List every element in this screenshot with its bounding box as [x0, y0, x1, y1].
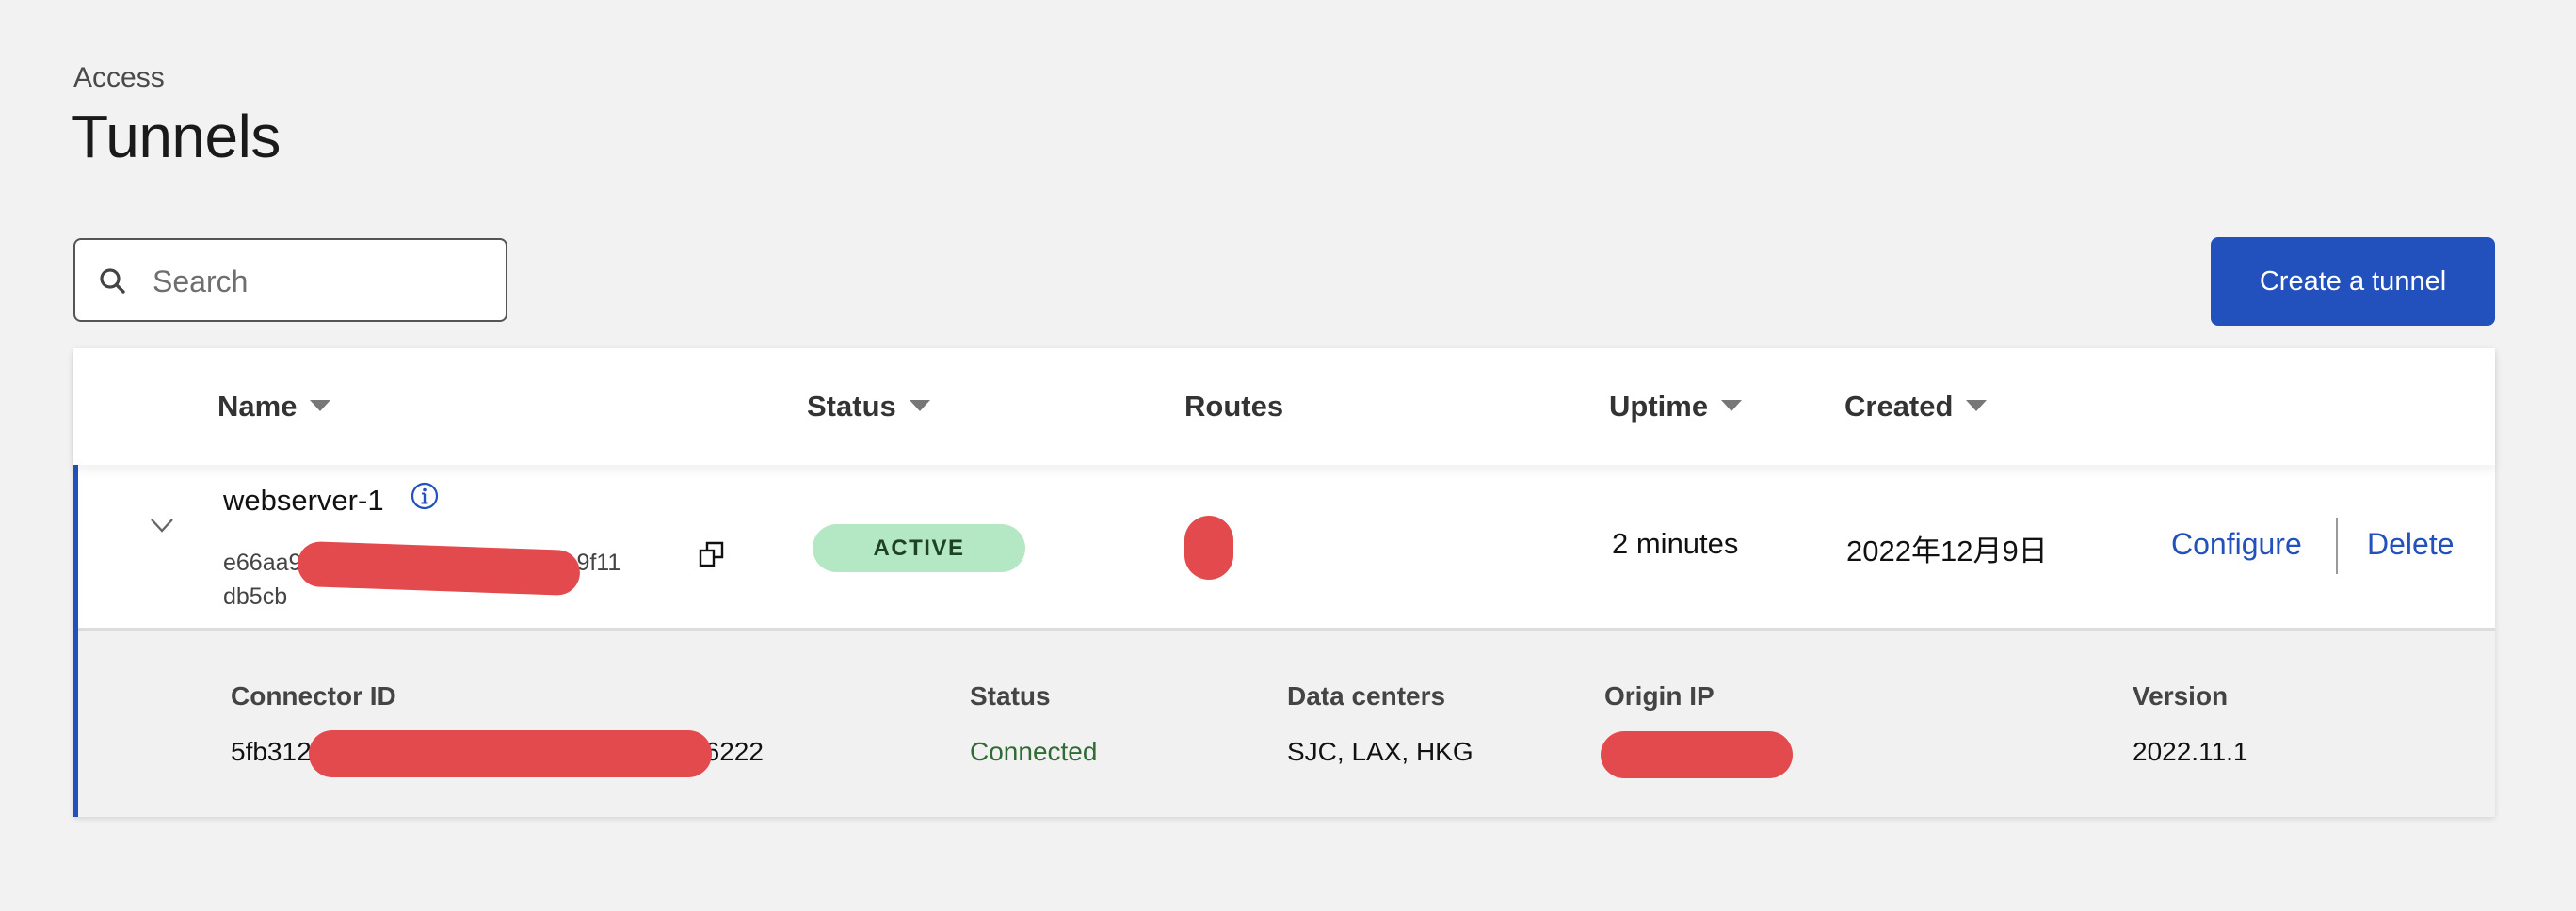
- connector-status-label: Status: [970, 681, 1051, 711]
- search-input[interactable]: [151, 257, 493, 306]
- column-header-uptime[interactable]: Uptime: [1609, 390, 1743, 424]
- tunnel-id-end: 9f11: [576, 550, 621, 576]
- column-label: Routes: [1184, 390, 1284, 423]
- row-accent-bar: [73, 465, 78, 631]
- column-label: Uptime: [1609, 390, 1709, 423]
- copy-icon[interactable]: [699, 540, 725, 568]
- column-header-routes: Routes: [1184, 390, 1283, 424]
- breadcrumb[interactable]: Access: [73, 62, 165, 94]
- version-label: Version: [2133, 681, 2229, 711]
- search-field[interactable]: [73, 238, 507, 322]
- delete-link[interactable]: Delete: [2367, 527, 2455, 562]
- action-divider: [2336, 518, 2338, 574]
- chevron-down-icon[interactable]: [149, 512, 175, 538]
- redaction-mark: [297, 540, 581, 597]
- redaction-mark: [309, 730, 712, 777]
- sort-caret-icon: [1721, 399, 1743, 411]
- column-header-status[interactable]: Status: [807, 390, 930, 424]
- column-header-created[interactable]: Created: [1844, 390, 1988, 424]
- table-row[interactable]: webserver-1 e66aa99f11 db5cb ACTIVE 0 2 …: [73, 465, 2495, 631]
- table-header: Name Status Routes Uptime Created: [73, 348, 2495, 465]
- page-title: Tunnels: [72, 103, 281, 170]
- version-value: 2022.11.1: [2133, 737, 2248, 766]
- redaction-mark: [1601, 731, 1793, 778]
- info-icon[interactable]: [411, 482, 439, 510]
- search-icon: [100, 268, 125, 294]
- tunnel-name[interactable]: webserver-1: [223, 484, 384, 518]
- status-badge: ACTIVE: [813, 524, 1025, 572]
- column-label: Name: [217, 390, 298, 423]
- column-label: Created: [1844, 390, 1954, 423]
- tunnel-id-line-2: db5cb: [223, 583, 288, 610]
- data-centers-value: SJC, LAX, HKG: [1287, 737, 1473, 766]
- create-tunnel-button[interactable]: Create a tunnel: [2211, 237, 2495, 326]
- created-value: 2022年12月9日: [1846, 535, 2048, 567]
- origin-ip-label: Origin IP: [1604, 681, 1715, 711]
- configure-link[interactable]: Configure: [2171, 527, 2302, 562]
- redaction-mark: [1184, 516, 1233, 580]
- row-accent-bar: [73, 631, 78, 817]
- sort-caret-icon: [1966, 399, 1988, 411]
- column-label: Status: [807, 390, 896, 423]
- connector-details: Connector ID Status Data centers Origin …: [73, 631, 2495, 817]
- connector-status-value: Connected: [970, 737, 1098, 766]
- column-header-name[interactable]: Name: [217, 390, 331, 424]
- connector-id-end: 6222: [704, 737, 764, 766]
- tunnels-table: Name Status Routes Uptime Created webser…: [73, 348, 2495, 817]
- sort-caret-icon: [909, 399, 930, 411]
- connector-id-start: 5fb312: [231, 737, 312, 766]
- sort-caret-icon: [310, 399, 331, 411]
- tunnel-id-start: e66aa9: [223, 550, 302, 576]
- data-centers-label: Data centers: [1287, 681, 1446, 711]
- connector-id-label: Connector ID: [231, 681, 396, 711]
- uptime-value: 2 minutes: [1612, 527, 1739, 560]
